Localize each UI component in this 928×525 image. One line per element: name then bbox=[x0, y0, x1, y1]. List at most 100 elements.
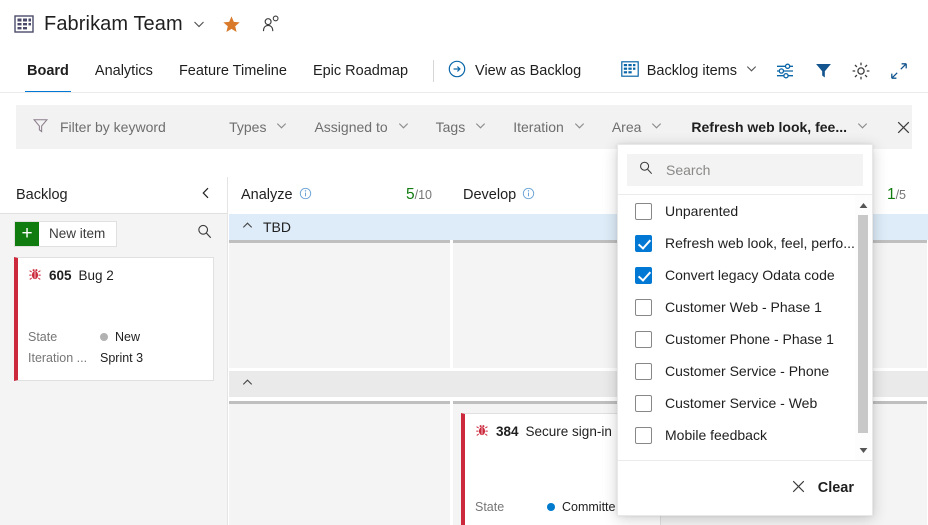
backlog-list-icon bbox=[621, 61, 639, 81]
tab-feature-timeline[interactable]: Feature Timeline bbox=[166, 48, 300, 93]
settings-sliders-icon[interactable] bbox=[766, 52, 804, 90]
clear-label: Clear bbox=[818, 480, 854, 496]
plus-icon: + bbox=[15, 222, 39, 246]
clear-button[interactable]: Clear bbox=[790, 478, 854, 499]
caret-down-icon[interactable] bbox=[855, 442, 871, 458]
state-text: Committe bbox=[562, 500, 615, 514]
board-card-title: Secure sign-in bbox=[526, 424, 612, 439]
dropdown-search-box[interactable] bbox=[627, 154, 863, 186]
backlog-card[interactable]: 605 Bug 2 State New Iteration ... Sprint… bbox=[14, 257, 214, 381]
dropdown-option-customer-web-phase-1[interactable]: Customer Web - Phase 1 bbox=[618, 291, 872, 323]
field-iteration: Iteration ... Sprint 3 bbox=[28, 347, 205, 368]
checkbox-icon[interactable] bbox=[635, 427, 652, 444]
dropdown-option-customer-phone-phase-1[interactable]: Customer Phone - Phase 1 bbox=[618, 323, 872, 355]
dropdown-option-customer-service-web[interactable]: Customer Service - Web bbox=[618, 387, 872, 419]
info-icon[interactable] bbox=[299, 187, 312, 204]
dropdown-option-convert-legacy-odata[interactable]: Convert legacy Odata code bbox=[618, 259, 872, 291]
fullscreen-expand-icon[interactable] bbox=[880, 52, 918, 90]
dropdown-option-label: Customer Web - Phase 1 bbox=[665, 299, 822, 315]
filter-assigned-to-label: Assigned to bbox=[314, 119, 387, 135]
filter-parent[interactable]: Refresh web look, fee... bbox=[691, 119, 869, 135]
state-dot bbox=[100, 333, 108, 341]
search-icon bbox=[638, 160, 654, 181]
close-filters-button[interactable] bbox=[895, 119, 912, 136]
gear-icon[interactable] bbox=[842, 52, 880, 90]
chevron-down-icon bbox=[474, 119, 487, 135]
checkbox-icon[interactable] bbox=[635, 331, 652, 348]
checkbox-icon[interactable] bbox=[635, 395, 652, 412]
checkbox-icon[interactable] bbox=[635, 363, 652, 380]
filter-types[interactable]: Types bbox=[229, 119, 288, 135]
tab-board[interactable]: Board bbox=[14, 48, 82, 93]
search-input[interactable]: Filter by keyword bbox=[60, 119, 166, 135]
checkbox-checked-icon[interactable] bbox=[635, 267, 652, 284]
checkbox-icon[interactable] bbox=[635, 203, 652, 220]
chevron-left-icon[interactable] bbox=[199, 186, 213, 205]
wip-limit: /5 bbox=[896, 188, 906, 202]
chevron-up-icon[interactable] bbox=[241, 219, 254, 235]
checkbox-icon[interactable] bbox=[635, 299, 652, 316]
state-dot bbox=[547, 503, 555, 511]
view-as-backlog-button[interactable]: View as Backlog bbox=[448, 60, 581, 82]
new-item-button[interactable]: + New item bbox=[14, 221, 117, 247]
people-add-icon[interactable] bbox=[261, 15, 280, 34]
filter-area-label: Area bbox=[612, 119, 642, 135]
tab-epic-roadmap[interactable]: Epic Roadmap bbox=[300, 48, 421, 93]
dropdown-option-unparented[interactable]: Unparented bbox=[618, 195, 872, 227]
scrollbar-thumb[interactable] bbox=[858, 215, 868, 433]
filter-assigned-to[interactable]: Assigned to bbox=[314, 119, 409, 135]
backlog-level-selector[interactable]: Backlog items bbox=[613, 61, 766, 81]
backlog-level-label: Backlog items bbox=[647, 63, 737, 79]
nav-tabs: Board Analytics Feature Timeline Epic Ro… bbox=[0, 48, 581, 93]
dropdown-search-input[interactable] bbox=[666, 162, 852, 178]
dropdown-option-mobile-feedback[interactable]: Mobile feedback bbox=[618, 419, 872, 451]
backlog-toolbar: + New item bbox=[0, 213, 227, 253]
dropdown-option-customer-service-phone[interactable]: Customer Service - Phone bbox=[618, 355, 872, 387]
field-state-value: New bbox=[100, 330, 140, 344]
dropdown-footer: Clear bbox=[618, 460, 872, 515]
column-develop-label: Develop bbox=[463, 187, 516, 203]
team-name[interactable]: Fabrikam Team bbox=[44, 13, 183, 36]
star-filled-icon[interactable] bbox=[222, 15, 241, 34]
filter-bar: Filter by keyword Types Assigned to Tags… bbox=[16, 105, 912, 149]
dropdown-option-refresh-web-look[interactable]: Refresh web look, feel, perfo... bbox=[618, 227, 872, 259]
keyword-filter[interactable]: Filter by keyword bbox=[16, 117, 219, 137]
checkbox-checked-icon[interactable] bbox=[635, 235, 652, 252]
backlog-card-fields: State New Iteration ... Sprint 3 bbox=[28, 326, 205, 368]
dropdown-option-label: Customer Phone - Phase 1 bbox=[665, 331, 834, 347]
cell-tbd-analyze[interactable] bbox=[229, 240, 450, 368]
app-window: Fabrikam Team Board Analytics Feature Ti… bbox=[0, 0, 928, 525]
filter-tags[interactable]: Tags bbox=[436, 119, 488, 135]
dropdown-option-label: Mobile feedback bbox=[665, 427, 767, 443]
filter-funnel-icon[interactable] bbox=[804, 52, 842, 90]
filter-types-label: Types bbox=[229, 119, 266, 135]
nav-divider bbox=[433, 60, 434, 82]
tab-analytics[interactable]: Analytics bbox=[82, 48, 166, 93]
field-state-value: Committe bbox=[547, 500, 615, 514]
chevron-down-icon bbox=[275, 119, 288, 135]
backlog-card-title: Bug 2 bbox=[79, 268, 114, 283]
close-icon bbox=[790, 478, 807, 499]
field-state-key: State bbox=[28, 330, 100, 344]
filter-iteration[interactable]: Iteration bbox=[513, 119, 586, 135]
dropdown-scrollbar[interactable] bbox=[855, 195, 871, 460]
backlog-card-id: 605 bbox=[49, 268, 72, 283]
search-icon[interactable] bbox=[196, 223, 213, 245]
chevron-down-icon bbox=[650, 119, 663, 135]
arrow-right-circle-icon bbox=[448, 60, 466, 82]
dropdown-option-label: Convert legacy Odata code bbox=[665, 267, 835, 283]
caret-up-icon[interactable] bbox=[855, 197, 871, 213]
swimlane-tbd-label: TBD bbox=[263, 219, 291, 235]
dropdown-search-wrap bbox=[618, 145, 872, 194]
chevron-down-icon bbox=[856, 119, 869, 135]
column-header-analyze[interactable]: Analyze bbox=[241, 177, 312, 213]
backlog-pane-title: Backlog bbox=[16, 187, 68, 203]
column-header-develop[interactable]: Develop bbox=[463, 177, 535, 213]
chevron-up-icon[interactable] bbox=[241, 376, 254, 392]
chevron-down-icon bbox=[745, 62, 758, 79]
wip-limit: /10 bbox=[415, 188, 432, 202]
cell-2-analyze[interactable] bbox=[229, 401, 450, 525]
filter-area[interactable]: Area bbox=[612, 119, 664, 135]
chevron-down-icon[interactable] bbox=[192, 17, 206, 31]
info-icon[interactable] bbox=[522, 187, 535, 204]
